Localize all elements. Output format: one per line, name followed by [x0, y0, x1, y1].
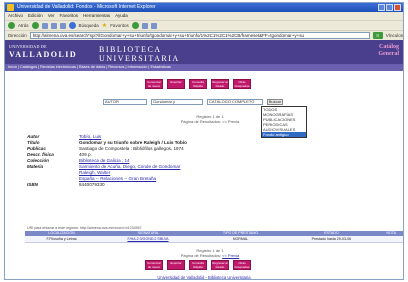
record-row: ISBN 8440079330 — [27, 182, 105, 187]
favorites-label[interactable]: Favoritos — [110, 23, 129, 28]
maximize-icon[interactable] — [386, 4, 393, 11]
go-button[interactable]: Ir — [372, 32, 383, 39]
search-form: AUTOR Gondomar y CATÁLOGO COMPLETO Busca… — [103, 99, 283, 105]
window-title: Universidad de Valladolid: Fondos - Micr… — [17, 4, 156, 10]
dropdown-option[interactable]: Fondo antiguo — [262, 132, 306, 137]
catalog-title: Catálog General — [378, 44, 399, 57]
footer-link[interactable]: Universidad de Valladolid - Biblioteca U… — [5, 275, 403, 279]
back-label[interactable]: Atrás — [18, 23, 29, 28]
menu-item-archivo[interactable]: Archivo — [8, 12, 23, 20]
minimize-icon[interactable] — [378, 4, 385, 11]
window-controls — [378, 4, 401, 11]
menu-item-ver[interactable]: Ver — [48, 12, 55, 20]
table-cell: NORMAL — [197, 236, 284, 243]
table-cell — [379, 236, 403, 243]
main-content: Comenzar de nuevo Exportar Consulta Rápi… — [5, 71, 403, 279]
dropdown-option[interactable]: PUBLICACIONES PERIÓDICAS — [262, 117, 306, 127]
back-icon[interactable] — [8, 22, 15, 29]
home-icon[interactable] — [59, 22, 66, 29]
search-label[interactable]: Búsqueda — [79, 23, 99, 28]
permalink-text: URI para enlazar a este registro: http:/… — [27, 226, 142, 230]
table-cell: Prestado hasta 29-03-06 — [283, 236, 380, 243]
menu-item-edicion[interactable]: Edición — [28, 12, 43, 20]
forward-icon[interactable] — [31, 22, 39, 29]
browser-toolbar: Atrás Búsqueda ★ Favoritos — [5, 20, 403, 30]
site-subnav[interactable]: Inicio | Catálogos | Revistas electrónic… — [5, 64, 403, 71]
other-searches-button[interactable]: Otras búsquedas — [233, 260, 251, 270]
address-bar: Dirección http://almena.uva.es/search*sp… — [5, 30, 403, 40]
mail-icon[interactable] — [141, 22, 148, 29]
menu-item-herramientas[interactable]: Herramientas — [83, 12, 110, 20]
table-row: F.Filosofía y Letras F/HA.2 0/GOND.2 SBL… — [25, 236, 403, 243]
scope-select[interactable]: CATÁLOGO COMPLETO — [207, 99, 263, 105]
other-searches-button[interactable]: Otras búsquedas — [233, 79, 251, 89]
nav-buttons-bottom: Comenzar de nuevo Exportar Consulta Rápi… — [145, 260, 251, 270]
stop-icon[interactable] — [41, 22, 48, 29]
record-details: Autor Tobío, Luis Título Gondomar y su t… — [27, 134, 287, 188]
previous-link[interactable]: << Previa — [222, 253, 239, 258]
quick-search-button[interactable]: Consulta Rápida — [189, 260, 207, 270]
scope-dropdown-list: TODOS MONOGRAFÍAS PUBLICACIONES PERIÓDIC… — [261, 106, 307, 138]
call-number-link[interactable]: F/HA.2 0/GOND.2 SBLVA — [98, 236, 198, 243]
holdings-table: LOCALIZACIÓN SIGNATURA TIPO DE PRÉSTAMO … — [25, 231, 403, 243]
start-over-button[interactable]: Comenzar de nuevo — [145, 79, 163, 89]
site-banner: UNIVERSIDAD DE VALLADOLID BIBLIOTECA UNI… — [5, 40, 403, 71]
export-button[interactable]: Exportar — [167, 79, 185, 89]
search-button[interactable]: Buscar — [267, 99, 283, 105]
search-icon[interactable] — [68, 22, 76, 29]
print-icon[interactable] — [150, 22, 157, 29]
refresh-icon[interactable] — [50, 22, 57, 29]
menu-item-favoritos[interactable]: Favoritos — [60, 12, 79, 20]
title-bar: Universidad de Valladolid: Fondos - Micr… — [5, 3, 403, 12]
history-icon[interactable] — [131, 22, 139, 29]
menu-item-ayuda[interactable]: Ayuda — [115, 12, 128, 20]
url-field[interactable]: http://almena.uva.es/search*spi?/tGondom… — [29, 32, 370, 39]
browser-window: Universidad de Valladolid: Fondos - Micr… — [4, 2, 404, 280]
return-to-list-button[interactable]: Regresar al listado — [211, 260, 229, 270]
close-icon[interactable] — [394, 4, 401, 11]
ie-icon — [7, 4, 14, 11]
favorites-icon[interactable]: ★ — [102, 22, 107, 29]
start-over-button[interactable]: Comenzar de nuevo — [145, 260, 163, 270]
result-info: Registro 1 de 1 Página de Resultados: <<… — [180, 114, 240, 124]
export-button[interactable]: Exportar — [167, 260, 185, 270]
search-field-select[interactable]: AUTOR — [103, 99, 147, 105]
nav-buttons-top: Comenzar de nuevo Exportar Consulta Rápi… — [145, 79, 251, 89]
address-label: Dirección — [8, 33, 27, 38]
quick-search-button[interactable]: Consulta Rápida — [189, 79, 207, 89]
result-info-bottom: Registro 1 de 1 Página de Resultados: <<… — [180, 248, 240, 258]
return-to-list-button[interactable]: Regresar al listado — [211, 79, 229, 89]
library-title: BIBLIOTECA UNIVERSITARIA — [99, 45, 180, 63]
links-label[interactable]: Vínculos — [386, 33, 403, 38]
university-logo[interactable]: UNIVERSIDAD DE VALLADOLID — [9, 44, 77, 59]
menu-bar: Archivo Edición Ver Favoritos Herramient… — [5, 12, 403, 20]
table-cell: F.Filosofía y Letras — [25, 236, 99, 243]
search-input[interactable]: Gondomar y — [151, 99, 203, 105]
